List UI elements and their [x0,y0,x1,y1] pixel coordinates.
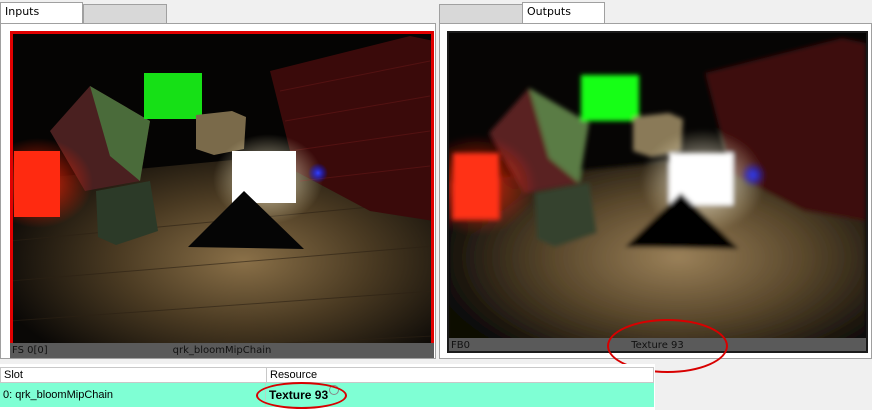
tab-outputs-secondary[interactable] [439,4,523,23]
link-icon[interactable] [329,385,340,395]
outputs-panel: FB0 Texture 93 [439,23,872,359]
input-status-bar: FS 0[0] qrk_bloomMipChain [10,343,434,358]
tab-inputs-label: Inputs [5,5,40,18]
input-texture-image [10,31,434,358]
output-status-bar: FB0 Texture 93 [449,338,866,351]
tab-outputs-label: Outputs [527,5,571,18]
input-resource-name: qrk_bloomMipChain [172,345,272,356]
row-resource-cell[interactable]: Texture 93 [265,383,653,407]
tab-outputs[interactable]: Outputs [522,2,605,23]
resource-table: Slot Resource 0: qrk_bloomMipChain Textu… [0,364,655,410]
row-slot-cell: 0: qrk_bloomMipChain [3,389,114,401]
output-resource-name: Texture 93 [631,340,684,351]
input-texture-thumbnail[interactable]: FS 0[0] qrk_bloomMipChain [10,31,434,358]
output-texture-image [449,33,866,351]
tab-inputs-secondary[interactable] [83,4,167,23]
column-header-slot[interactable]: Slot [1,368,266,383]
column-header-resource[interactable]: Resource [266,368,654,383]
table-row[interactable]: 0: qrk_bloomMipChain Texture 93 [0,383,654,407]
table-header: Slot Resource [0,367,654,383]
tab-inputs[interactable]: Inputs [0,2,83,23]
inputs-panel: FS 0[0] qrk_bloomMipChain [0,23,436,359]
output-texture-thumbnail[interactable]: FB0 Texture 93 [447,31,868,353]
row-resource-link[interactable]: Texture 93 [269,388,328,402]
